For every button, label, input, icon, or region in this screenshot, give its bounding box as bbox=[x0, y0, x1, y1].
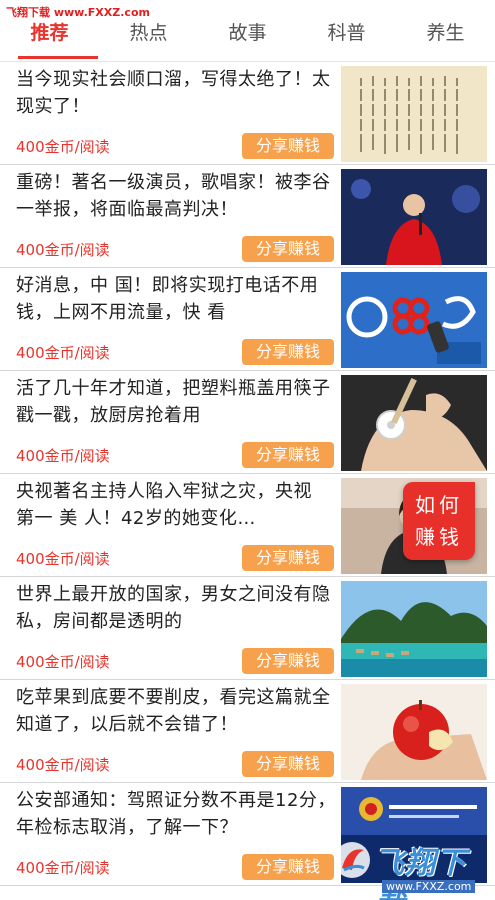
watermark-text: 飞翔下载 www.FXXZ.com bbox=[6, 6, 150, 19]
share-earn-button[interactable]: 分享赚钱 bbox=[242, 339, 334, 365]
watermark-logo-icon bbox=[334, 842, 370, 878]
reward-label: 400金币/阅读 bbox=[16, 756, 110, 774]
active-tab-indicator bbox=[18, 56, 98, 59]
article-item[interactable]: 吃苹果到底要不要削皮，看完这篇就全知道了，以后就不会错了！ 400金币/阅读 分… bbox=[0, 680, 495, 783]
badge-line-1: 如何 bbox=[415, 493, 463, 517]
reward-label: 400金币/阅读 bbox=[16, 344, 110, 362]
bottle-cap-hand-image[interactable] bbox=[341, 375, 487, 471]
article-title[interactable]: 好消息，中 国！即将实现打电话不用钱，上网不用流量，快 看 bbox=[16, 272, 336, 326]
telecom-logos-image[interactable] bbox=[341, 272, 487, 368]
island-landscape-image[interactable] bbox=[341, 581, 487, 677]
watermark-url: www.FXXZ.com bbox=[382, 880, 476, 893]
share-earn-button[interactable]: 分享赚钱 bbox=[242, 648, 334, 674]
reward-label: 400金币/阅读 bbox=[16, 241, 110, 259]
share-earn-button[interactable]: 分享赚钱 bbox=[242, 133, 334, 159]
reward-label: 400金币/阅读 bbox=[16, 550, 110, 568]
tab-recommend[interactable]: 推荐 bbox=[0, 18, 99, 45]
watermark-logo: 飞翔下载 www.FXXZ.com bbox=[330, 830, 495, 900]
article-title[interactable]: 世界上最开放的国家，男女之间没有隐私，房间都是透明的 bbox=[16, 581, 336, 635]
share-earn-button[interactable]: 分享赚钱 bbox=[242, 854, 334, 880]
badge-line-2: 赚钱 bbox=[415, 525, 463, 549]
how-to-earn-button[interactable]: 如何 赚钱 bbox=[403, 482, 475, 560]
share-earn-button[interactable]: 分享赚钱 bbox=[242, 236, 334, 262]
apple-image[interactable] bbox=[341, 684, 487, 780]
article-list: 当今现实社会顺口溜，写得太绝了！太现实了！ 400金币/阅读 分享赚钱 重磅！著… bbox=[0, 62, 495, 886]
tab-story[interactable]: 故事 bbox=[198, 18, 297, 45]
tab-hot[interactable]: 热点 bbox=[99, 18, 198, 45]
share-earn-button[interactable]: 分享赚钱 bbox=[242, 751, 334, 777]
share-earn-button[interactable]: 分享赚钱 bbox=[242, 442, 334, 468]
singer-red-dress-image[interactable] bbox=[341, 169, 487, 265]
calligraphy-image[interactable] bbox=[341, 66, 487, 162]
reward-label: 400金币/阅读 bbox=[16, 138, 110, 156]
article-item[interactable]: 重磅！著名一级演员，歌唱家！被李谷一举报，将面临最高判决！ 400金币/阅读 分… bbox=[0, 165, 495, 268]
reward-label: 400金币/阅读 bbox=[16, 447, 110, 465]
reward-label: 400金币/阅读 bbox=[16, 859, 110, 877]
article-title[interactable]: 当今现实社会顺口溜，写得太绝了！太现实了！ bbox=[16, 66, 336, 120]
share-earn-button[interactable]: 分享赚钱 bbox=[242, 545, 334, 571]
article-item[interactable]: 活了几十年才知道，把塑料瓶盖用筷子戳一戳，放厨房抢着用 400金币/阅读 分享赚… bbox=[0, 371, 495, 474]
reward-label: 400金币/阅读 bbox=[16, 653, 110, 671]
tab-science[interactable]: 科普 bbox=[297, 18, 396, 45]
article-title[interactable]: 公安部通知：驾照证分数不再是12分，年检标志取消，了解一下？ bbox=[16, 787, 336, 841]
tab-health[interactable]: 养生 bbox=[396, 18, 495, 45]
article-title[interactable]: 吃苹果到底要不要削皮，看完这篇就全知道了，以后就不会错了！ bbox=[16, 684, 336, 738]
article-title[interactable]: 央视著名主持人陷入牢狱之灾，央视 第一 美 人！42岁的她变化… bbox=[16, 478, 336, 532]
article-item[interactable]: 当今现实社会顺口溜，写得太绝了！太现实了！ 400金币/阅读 分享赚钱 bbox=[0, 62, 495, 165]
article-item[interactable]: 世界上最开放的国家，男女之间没有隐私，房间都是透明的 400金币/阅读 分享赚钱 bbox=[0, 577, 495, 680]
article-item[interactable]: 好消息，中 国！即将实现打电话不用钱，上网不用流量，快 看 400金币/阅读 分… bbox=[0, 268, 495, 371]
article-title[interactable]: 活了几十年才知道，把塑料瓶盖用筷子戳一戳，放厨房抢着用 bbox=[16, 375, 336, 429]
article-title[interactable]: 重磅！著名一级演员，歌唱家！被李谷一举报，将面临最高判决！ bbox=[16, 169, 336, 223]
